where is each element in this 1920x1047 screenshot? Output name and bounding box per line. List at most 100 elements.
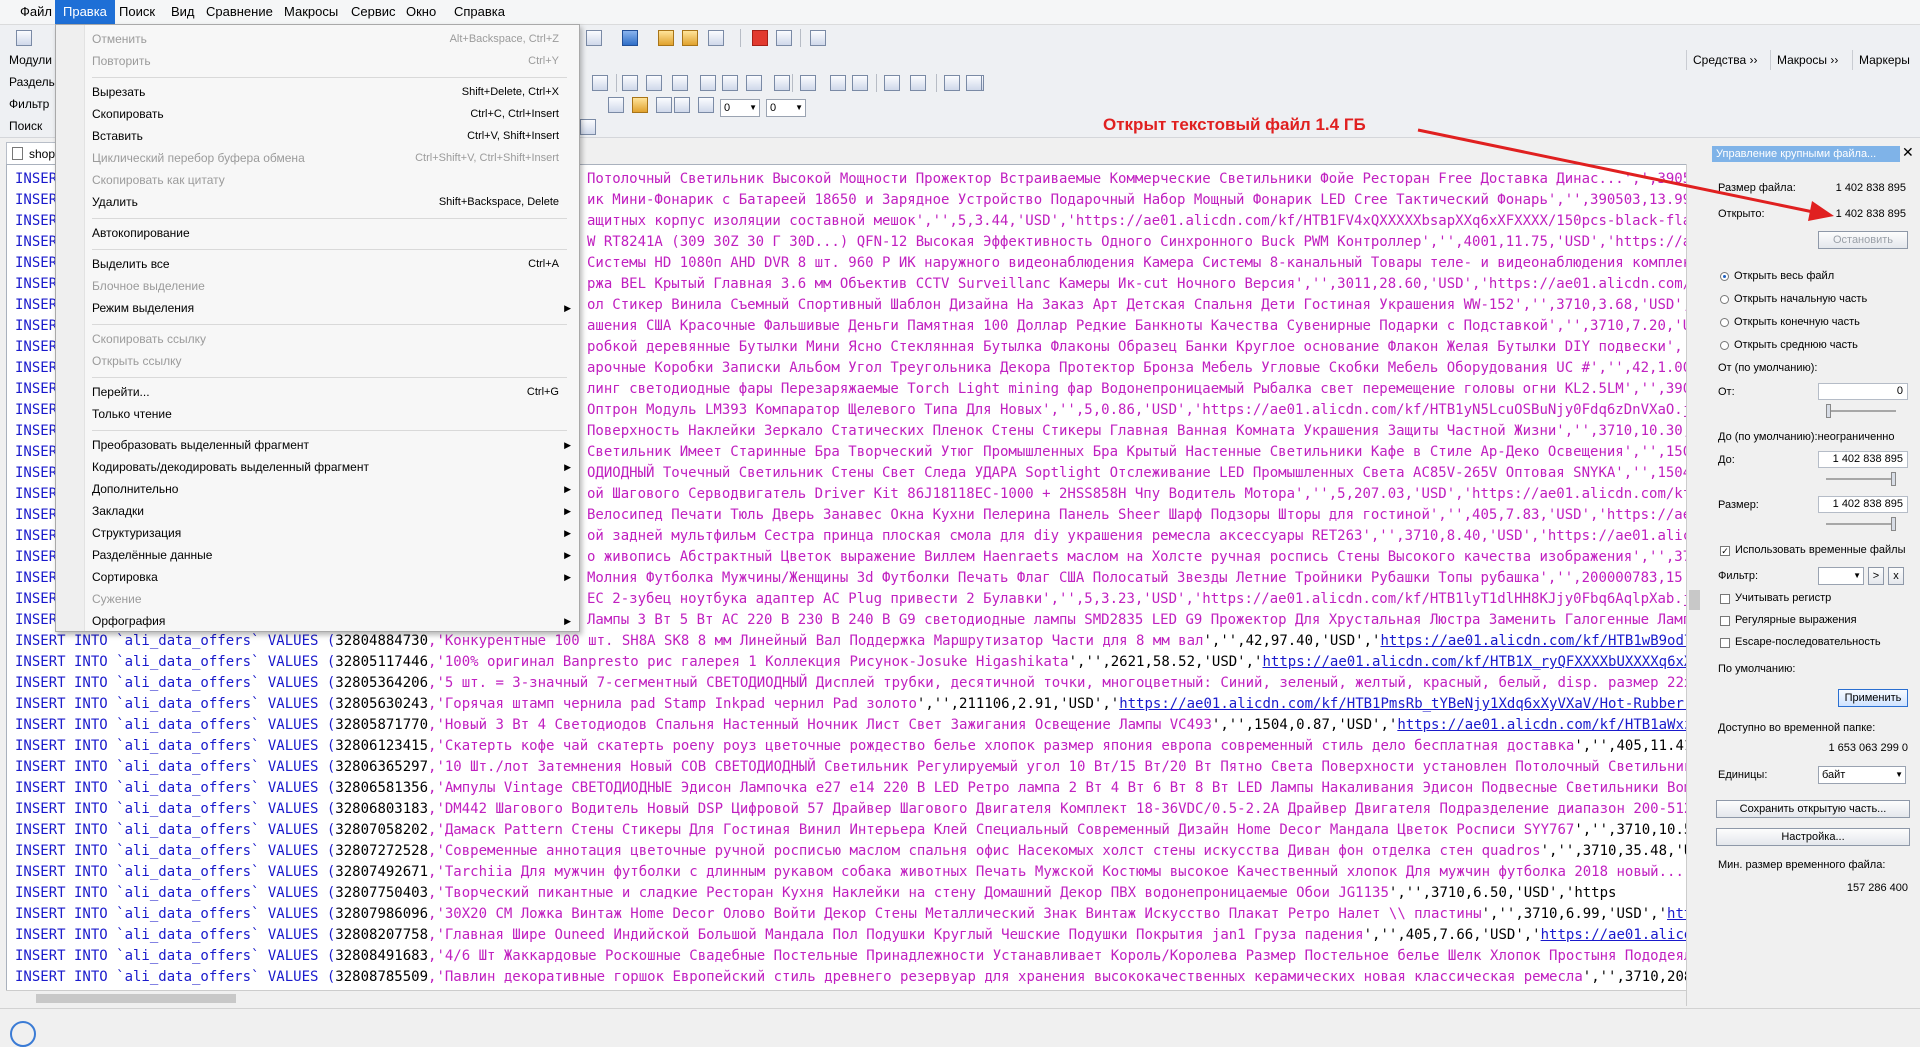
code-line[interactable]: INSERT INTO `ali_data_offers` VALUES (32… [15, 946, 1689, 967]
size-slider[interactable] [1826, 517, 1896, 531]
radio-open-middle[interactable] [1720, 341, 1729, 350]
filter-combo[interactable]: ▼ [1818, 567, 1864, 585]
format-tool-icon[interactable] [852, 75, 868, 91]
match-case-checkbox[interactable] [1720, 594, 1730, 604]
code-line[interactable]: INSERT INTO `ali_data_offers` VALUES (32… [15, 673, 1689, 694]
toolbar-label-filter[interactable]: Фильтр [9, 97, 49, 111]
edit-menu-item[interactable]: Выделить все Ctrl+A [92, 254, 567, 274]
document-tab[interactable]: shop [6, 142, 58, 164]
format-tool-icon[interactable] [800, 75, 816, 91]
horizontal-scrollbar[interactable] [6, 990, 1686, 1006]
code-line[interactable]: INSERT INTO `ali_data_offers` VALUES (32… [15, 715, 1689, 736]
code-line[interactable]: INSERT INTO `ali_data_offers` VALUES (32… [15, 757, 1689, 778]
format-tool-icon[interactable] [700, 75, 716, 91]
code-line[interactable]: INSERT INTO `ali_data_offers` VALUES (32… [15, 841, 1689, 862]
edit-menu-item[interactable]: Сортировка ▶ [92, 567, 571, 587]
code-line[interactable]: INSERT INTO `ali_data_offers` VALUES (32… [15, 631, 1689, 652]
tab-tools[interactable]: Средства ›› [1686, 50, 1764, 70]
edit-menu-item[interactable]: Вырезать Shift+Delete, Ctrl+X [92, 82, 567, 102]
size-input[interactable]: 1 402 838 895 [1818, 496, 1908, 513]
edit-menu-item[interactable]: Закладки ▶ [92, 501, 571, 521]
edit-tool-icon[interactable] [632, 97, 648, 113]
menu-2[interactable]: Правка [55, 0, 115, 24]
code-line[interactable]: INSERT INTO `ali_data_offers` VALUES (32… [15, 694, 1689, 715]
code-line[interactable]: INSERT INTO `ali_data_offers` VALUES (32… [15, 652, 1689, 673]
edit-menu-item[interactable]: Преобразовать выделенный фрагмент ▶ [92, 435, 571, 455]
close-icon[interactable]: ✕ [1902, 144, 1914, 161]
edit-menu-item[interactable]: Структуризация ▶ [92, 523, 571, 543]
tab-macros[interactable]: Макросы ›› [1770, 50, 1844, 70]
regex-checkbox[interactable] [1720, 616, 1730, 626]
record-macro-icon[interactable] [752, 30, 768, 46]
edit-menu-item[interactable]: Скопировать Ctrl+C, Ctrl+Insert [92, 104, 567, 124]
units-select[interactable]: байт ▼ [1818, 766, 1906, 784]
edit-menu-item[interactable]: Кодировать/декодировать выделенный фрагм… [92, 457, 571, 477]
toolbar-label-sections[interactable]: Разделы [9, 75, 57, 89]
menu-7[interactable]: Сервис [343, 0, 404, 24]
vertical-scrollbar[interactable] [1686, 164, 1702, 1006]
edit-menu-item[interactable]: Автокопирование [92, 223, 567, 243]
wrench-icon[interactable] [810, 30, 826, 46]
scrollbar-thumb[interactable] [1689, 590, 1700, 610]
menu-1[interactable]: Файл [12, 0, 60, 24]
edit-menu-item[interactable]: Удалить Shift+Backspace, Delete [92, 192, 567, 212]
format-tool-icon[interactable] [672, 75, 688, 91]
edit-menu-item[interactable]: Дополнительно ▶ [92, 479, 571, 499]
to-slider[interactable] [1826, 472, 1896, 486]
format-tool-icon[interactable] [830, 75, 846, 91]
save-open-part-button[interactable]: Сохранить открытую часть... [1716, 800, 1910, 818]
edit-menu-item[interactable]: Разделённые данные ▶ [92, 545, 571, 565]
play-macro-icon[interactable] [776, 30, 792, 46]
toolbar-tool-icon[interactable] [586, 30, 602, 46]
radio-open-start[interactable] [1720, 295, 1729, 304]
menu-4[interactable]: Вид [163, 0, 203, 24]
toolbar-tool-icon[interactable] [708, 30, 724, 46]
toolbar-combo-b[interactable]: 0 ▼ [766, 99, 806, 117]
from-slider[interactable] [1826, 404, 1896, 418]
scrollbar-thumb[interactable] [36, 994, 236, 1003]
format-tool-icon[interactable] [884, 75, 900, 91]
tab-markers[interactable]: Маркеры [1852, 50, 1916, 70]
radio-open-whole[interactable] [1720, 272, 1729, 281]
menu-3[interactable]: Поиск [111, 0, 163, 24]
edit-tool-icon[interactable] [674, 97, 690, 113]
toolbar-dropdown-icon[interactable] [966, 75, 982, 91]
toolbar-label-modules[interactable]: Модули [9, 53, 52, 67]
edit-menu-item[interactable]: Режим выделения ▶ [92, 298, 571, 318]
format-tool-icon[interactable] [746, 75, 762, 91]
format-tool-icon[interactable] [722, 75, 738, 91]
filter-clear-button[interactable]: x [1888, 567, 1904, 585]
format-tool-icon[interactable] [774, 75, 790, 91]
format-tool-icon[interactable] [944, 75, 960, 91]
code-line[interactable]: INSERT INTO `ali_data_offers` VALUES (32… [15, 904, 1689, 925]
code-line[interactable]: INSERT INTO `ali_data_offers` VALUES (32… [15, 862, 1689, 883]
stop-button[interactable]: Остановить [1818, 231, 1908, 249]
edit-tool-icon[interactable] [608, 97, 624, 113]
format-tool-icon[interactable] [592, 75, 608, 91]
format-tool-icon[interactable] [910, 75, 926, 91]
code-line[interactable]: INSERT INTO `ali_data_offers` VALUES (32… [15, 736, 1689, 757]
code-line[interactable]: INSERT INTO `ali_data_offers` VALUES (32… [15, 925, 1689, 946]
edit-menu-item[interactable]: Перейти... Ctrl+G [92, 382, 567, 402]
format-tool-icon[interactable] [646, 75, 662, 91]
code-line[interactable]: INSERT INTO `ali_data_offers` VALUES (32… [15, 778, 1689, 799]
menu-6[interactable]: Макросы [276, 0, 346, 24]
format-tool-icon[interactable] [622, 75, 638, 91]
menu-5[interactable]: Сравнение [198, 0, 281, 24]
menu-9[interactable]: Справка [446, 0, 513, 24]
escape-checkbox[interactable] [1720, 638, 1730, 648]
radio-open-end[interactable] [1720, 318, 1729, 327]
edit-tool-icon[interactable] [656, 97, 672, 113]
toolbar-tool-icon[interactable] [658, 30, 674, 46]
toolbar-combo-a[interactable]: 0 ▼ [720, 99, 760, 117]
toolbar-label-search[interactable]: Поиск [9, 119, 42, 133]
filter-next-button[interactable]: > [1868, 567, 1884, 585]
edit-tool-icon[interactable] [698, 97, 714, 113]
edit-menu-item[interactable]: Вставить Ctrl+V, Shift+Insert [92, 126, 567, 146]
code-line[interactable]: INSERT INTO `ali_data_offers` VALUES (32… [15, 799, 1689, 820]
settings-button[interactable]: Настройка... [1716, 828, 1910, 846]
edit-menu-item[interactable]: Только чтение [92, 404, 567, 424]
toolbar-tool-icon[interactable] [682, 30, 698, 46]
to-input[interactable]: 1 402 838 895 [1818, 451, 1908, 468]
code-line[interactable]: INSERT INTO `ali_data_offers` VALUES (32… [15, 967, 1689, 988]
